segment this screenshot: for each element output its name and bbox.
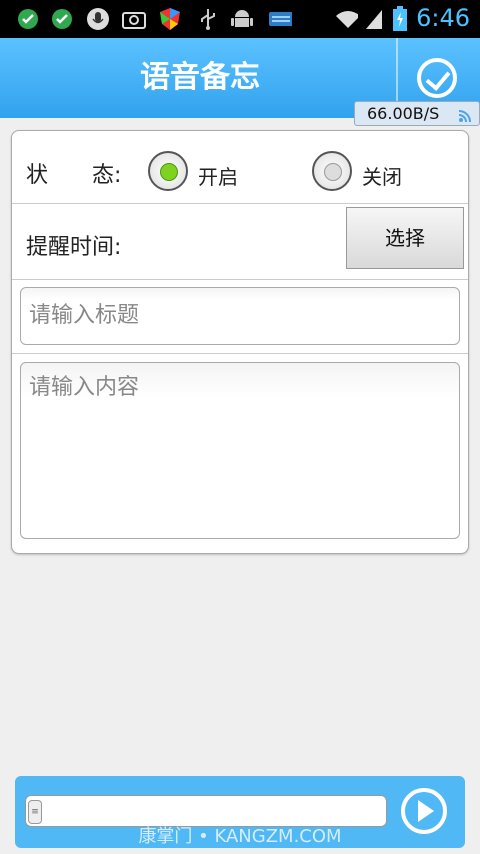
network-speed-badge: 66.00B/S (354, 101, 480, 126)
drag-handle-icon[interactable]: ≡ (28, 800, 42, 824)
status-bar: 6:46 (0, 0, 480, 38)
network-speed-text: 66.00B/S (367, 104, 440, 123)
check-circle-icon (50, 7, 74, 31)
status-off-label: 关闭 (362, 165, 402, 189)
radio-selected-dot (160, 163, 178, 181)
keyboard-icon (268, 7, 292, 31)
check-circle-icon (16, 7, 40, 31)
status-row: 状 态: 开启 关闭 (12, 131, 468, 204)
signal-icon (362, 7, 386, 31)
status-time: 6:46 (416, 4, 470, 32)
content-input[interactable]: 请输入内容 (20, 362, 460, 539)
wifi-icon (334, 7, 358, 31)
usb-icon (196, 7, 220, 31)
confirm-check-icon[interactable] (417, 58, 457, 98)
memo-form-card: 状 态: 开启 关闭 提醒时间: 选择 请输入标题 请输入内容 (11, 130, 469, 554)
status-on-radio[interactable] (148, 151, 188, 191)
select-time-button[interactable]: 选择 (346, 207, 464, 269)
watermark: 康掌门 • KANGZM.COM (138, 826, 342, 847)
rss-icon (458, 107, 471, 123)
status-off-radio[interactable] (312, 151, 352, 191)
shield-icon (158, 7, 182, 31)
radio-unselected-dot (324, 163, 342, 181)
page-title: 语音备忘 (140, 60, 260, 95)
status-label: 状 态: (26, 163, 122, 188)
microphone-icon (86, 7, 110, 31)
reminder-time-label: 提醒时间: (26, 235, 122, 260)
status-on-label: 开启 (198, 165, 238, 189)
battery-icon (388, 6, 412, 31)
title-input[interactable]: 请输入标题 (20, 287, 460, 345)
android-icon (230, 7, 254, 31)
camera-icon (122, 7, 146, 31)
